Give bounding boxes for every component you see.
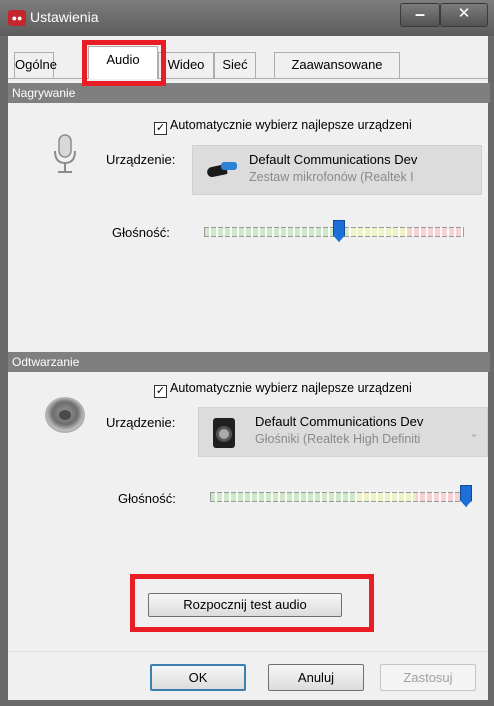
recording-device-dropdown[interactable]: Default Communications Dev Zestaw mikrof… xyxy=(192,145,482,195)
playback-device-label: Urządzenie: xyxy=(106,415,176,430)
tab-general[interactable]: Ogólne xyxy=(14,52,57,78)
recording-volume-slider[interactable] xyxy=(204,220,464,242)
playback-device-sub: Głośniki (Realtek High Definiti xyxy=(255,432,421,446)
playback-header: Odtwarzanie xyxy=(8,352,490,372)
volume-thumb[interactable] xyxy=(460,485,472,507)
minimize-button[interactable]: – xyxy=(400,3,440,27)
speaker-device-icon xyxy=(213,418,235,448)
microphone-icon xyxy=(52,133,78,178)
window-title: Ustawienia xyxy=(30,9,99,25)
playback-auto-select-row[interactable]: ✓ Automatycznie wybierz najlepsze urządze… xyxy=(154,381,412,398)
playback-auto-select-label: Automatycznie wybierz najlepsze urządzen… xyxy=(170,381,412,395)
footer-divider xyxy=(8,651,488,652)
audio-panel: Nagrywanie ✓ Automatycznie wybierz najlep… xyxy=(8,79,490,639)
recording-auto-select-row[interactable]: ✓ Automatycznie wybierz najlepsze urządze… xyxy=(154,118,412,135)
tab-video[interactable]: Wideo xyxy=(158,52,214,78)
start-audio-test-button[interactable]: Rozpocznij test audio xyxy=(148,593,342,617)
check-icon[interactable]: ✓ xyxy=(154,122,167,135)
playback-volume-label: Głośność: xyxy=(118,491,176,506)
playback-device-name: Default Communications Dev xyxy=(255,414,424,429)
recording-device-name: Default Communications Dev xyxy=(249,152,418,167)
playback-device-dropdown[interactable]: Default Communications Dev Głośniki (Rea… xyxy=(198,407,488,457)
title-bar[interactable]: ●● Ustawienia – ✕ xyxy=(0,0,494,36)
recording-header: Nagrywanie xyxy=(8,83,490,103)
playback-volume-slider[interactable] xyxy=(210,485,472,507)
app-icon: ●● xyxy=(8,10,26,26)
volume-thumb[interactable] xyxy=(333,220,345,242)
speaker-icon xyxy=(44,395,86,438)
ok-button[interactable]: OK xyxy=(150,664,246,691)
dialog-client-area: Ogólne Audio Wideo Sieć Zaawansowane Nag… xyxy=(8,36,490,700)
tab-audio[interactable]: Audio xyxy=(88,46,158,79)
apply-button[interactable]: Zastosuj xyxy=(380,664,476,691)
headset-icon xyxy=(203,160,239,182)
tab-strip: Ogólne Audio Wideo Sieć Zaawansowane xyxy=(8,36,488,82)
recording-device-sub: Zestaw mikrofonów (Realtek I xyxy=(249,170,414,184)
volume-ticks xyxy=(210,492,472,502)
cancel-button[interactable]: Anuluj xyxy=(268,664,364,691)
close-button[interactable]: ✕ xyxy=(440,3,488,27)
recording-volume-label: Głośność: xyxy=(112,225,170,240)
check-icon[interactable]: ✓ xyxy=(154,385,167,398)
settings-window: ●● Ustawienia – ✕ Ogólne Audio Wideo Sie… xyxy=(0,0,494,706)
chevron-down-icon: ⌄ xyxy=(468,426,479,440)
tab-network[interactable]: Sieć xyxy=(214,52,256,78)
recording-device-label: Urządzenie: xyxy=(106,152,176,167)
tab-advanced[interactable]: Zaawansowane xyxy=(274,52,400,78)
recording-auto-select-label: Automatycznie wybierz najlepsze urządzen… xyxy=(170,118,412,132)
